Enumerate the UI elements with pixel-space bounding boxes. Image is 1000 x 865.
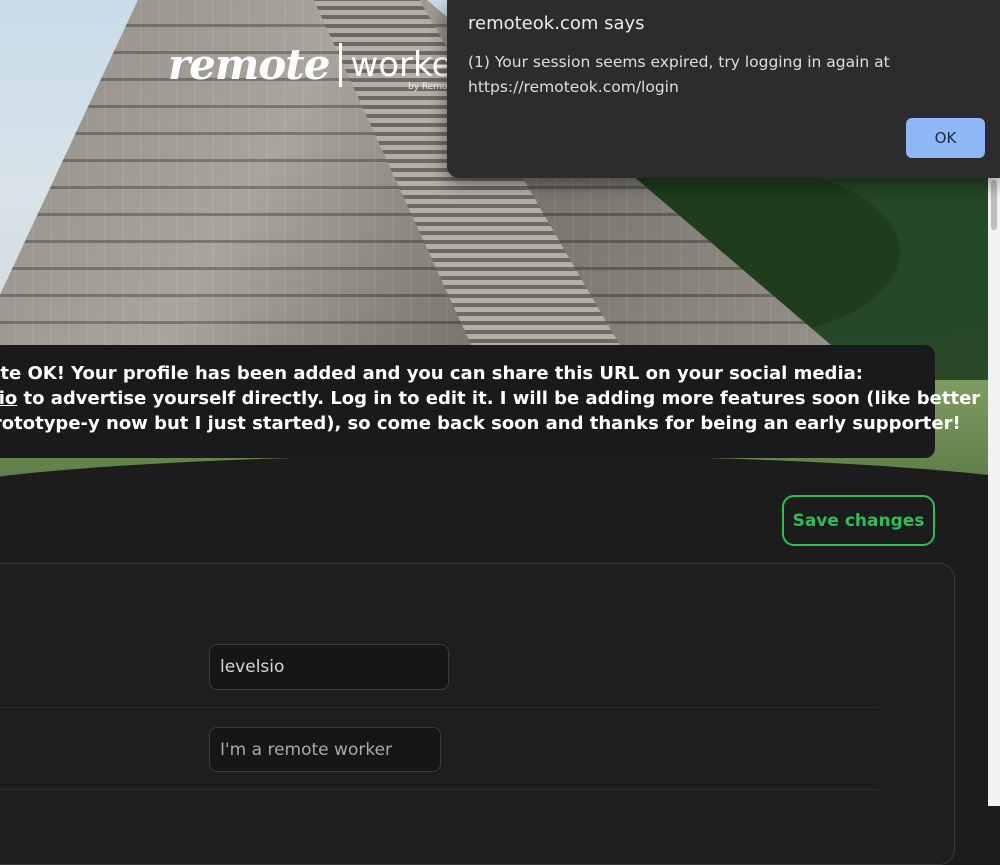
alert-dialog: remoteok.com says (1) Your session seems… <box>447 0 1000 178</box>
scrollbar-track[interactable] <box>988 178 1000 806</box>
logo-divider <box>339 42 343 87</box>
dialog-ok-button[interactable]: OK <box>906 118 985 158</box>
profile-form-card <box>0 563 955 865</box>
tagline-field[interactable]: I'm a remote worker <box>209 727 441 772</box>
banner-line-2: sio to advertise yourself directly. Log … <box>0 386 980 411</box>
banner-line-3: prototype-y now but I just started), so … <box>0 413 961 434</box>
save-changes-button[interactable]: Save changes <box>782 495 935 546</box>
banner-line-1: ote OK! Your profile has been added and … <box>0 363 863 384</box>
logo-remote-text: remote <box>168 40 330 89</box>
success-banner: ote OK! Your profile has been added and … <box>0 345 980 458</box>
banner-line-2-text: to advertise yourself directly. Log in t… <box>17 388 981 409</box>
logo-byline: by Remo <box>408 82 448 92</box>
site-logo[interactable]: remote worker by Remo <box>168 40 466 92</box>
form-row-divider <box>0 789 878 790</box>
form-row-divider <box>0 707 878 708</box>
dialog-title: remoteok.com says <box>468 13 645 34</box>
scrollbar-thumb[interactable] <box>991 180 997 230</box>
username-field[interactable]: levelsio <box>209 644 449 690</box>
dialog-message: (1) Your session seems expired, try logg… <box>468 53 890 96</box>
profile-link[interactable]: sio <box>0 388 17 409</box>
